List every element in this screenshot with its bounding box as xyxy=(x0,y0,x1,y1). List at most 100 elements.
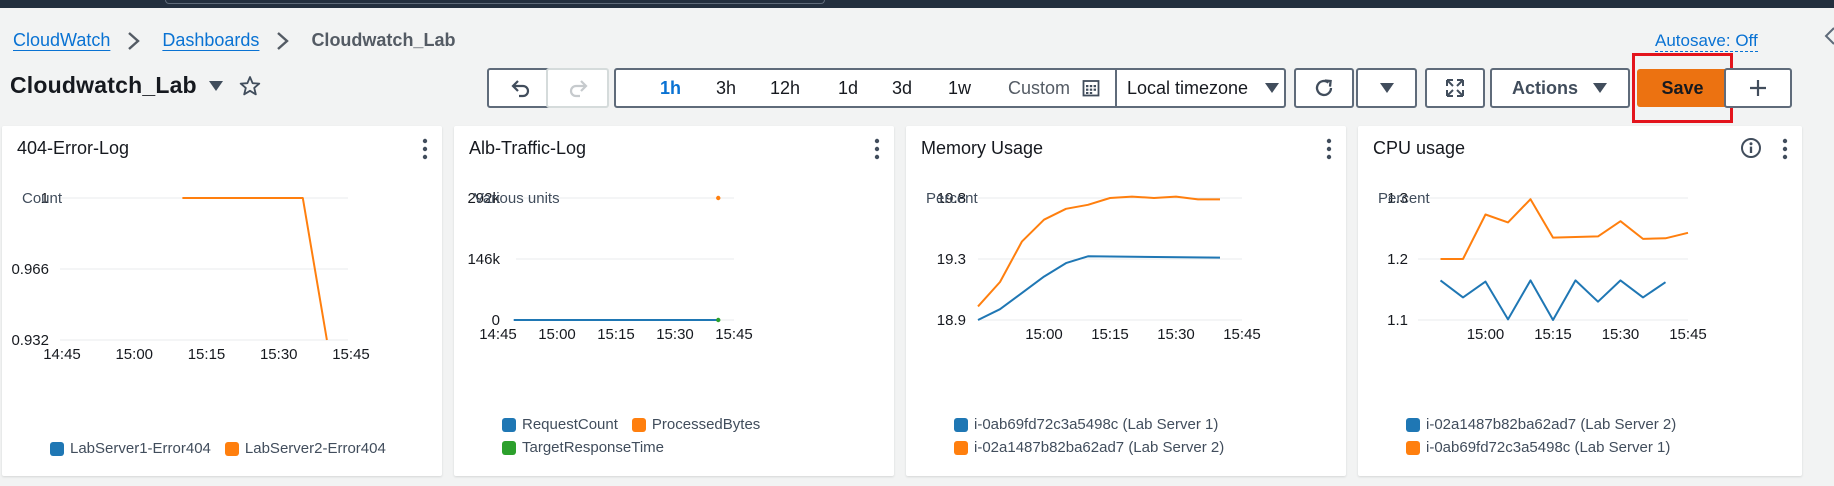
range-option-1d[interactable]: 1d xyxy=(838,78,858,99)
caret-down-icon xyxy=(1265,83,1280,93)
widget-404-error-log: 0.932 0.966 1 14:45 15:00 15:15 15:30 15:45 404… xyxy=(2,126,442,476)
caret-down-icon xyxy=(1379,83,1394,93)
widget-title: 404-Error-Log xyxy=(17,138,130,158)
x-tick-label: 15:00 xyxy=(1025,326,1063,343)
legend-swatch xyxy=(502,417,516,432)
series-line-1 xyxy=(977,195,1220,308)
y-tick-label: 1.1 xyxy=(1387,312,1408,329)
x-tick-label: 15:45 xyxy=(1669,326,1707,343)
x-tick-label: 14:45 xyxy=(43,346,81,363)
actions-dropdown[interactable]: Actions xyxy=(1490,68,1630,108)
legend-label: i-02a1487b82ba62ad7 (Lab Server 2) xyxy=(1426,416,1677,433)
series-point-2 xyxy=(716,317,721,323)
search-field-edge xyxy=(165,0,825,4)
fullscreen-icon xyxy=(1446,79,1464,97)
refresh-button[interactable] xyxy=(1294,68,1354,108)
range-option-3h[interactable]: 3h xyxy=(716,78,736,99)
legend-item[interactable]: LabServer1-Error404 xyxy=(50,440,211,457)
x-tick-label: 15:45 xyxy=(715,326,753,343)
range-option-1h[interactable]: 1h xyxy=(660,78,681,99)
legend-item[interactable]: ProcessedBytes xyxy=(631,416,761,433)
more-options-icon[interactable] xyxy=(1326,138,1332,160)
timezone-select[interactable]: Local timezone xyxy=(1127,78,1280,99)
highlight-box xyxy=(1632,53,1733,123)
legend-swatch xyxy=(954,417,968,432)
y-axis-units: Percent xyxy=(926,190,978,207)
y-tick-label: 19.3 xyxy=(937,251,966,268)
legend-swatch xyxy=(1406,417,1420,432)
refresh-options-dropdown[interactable] xyxy=(1356,68,1417,108)
undo-button[interactable] xyxy=(487,68,555,108)
custom-range-button[interactable]: Custom xyxy=(1008,78,1100,99)
series-point-1 xyxy=(716,195,721,201)
widget-title: Memory Usage xyxy=(921,138,1044,158)
x-tick-label: 15:30 xyxy=(1157,326,1195,343)
chart-404-error-log: 0.9320.966114:45 15:00 15:15 15:30 15:45 xyxy=(11,190,370,363)
range-option-1w[interactable]: 1w xyxy=(948,78,971,99)
x-tick-label: 15:45 xyxy=(1223,326,1261,343)
star-icon[interactable] xyxy=(239,75,261,97)
more-options-icon[interactable] xyxy=(1782,138,1788,160)
chevron-right-icon xyxy=(277,31,290,50)
legend-label: RequestCount xyxy=(522,416,618,433)
undo-icon xyxy=(511,80,530,98)
redo-icon xyxy=(569,80,588,98)
series-line-0 xyxy=(977,255,1221,321)
legend-item[interactable]: i-0ab69fd72c3a5498c (Lab Server 1) xyxy=(954,416,1344,433)
breadcrumb: CloudWatch Dashboards Cloudwatch_Lab xyxy=(13,30,455,51)
legend-label: LabServer1-Error404 xyxy=(70,440,211,457)
add-widget-button[interactable] xyxy=(1724,68,1792,108)
range-option-12h[interactable]: 12h xyxy=(770,78,800,99)
x-tick-label: 14:45 xyxy=(479,326,517,343)
more-options-icon[interactable] xyxy=(422,138,428,160)
caret-down-icon[interactable] xyxy=(207,78,225,94)
widget-alb-traffic-log: 0 146k 292k 14:45 15:00 15:15 15:30 15:45 Alb-T… xyxy=(454,126,894,476)
panel-edge-icon xyxy=(1824,27,1834,45)
widget-title: CPU usage xyxy=(1373,138,1466,158)
legend-swatch xyxy=(954,440,968,455)
legend-item[interactable]: i-0ab69fd72c3a5498c (Lab Server 1) xyxy=(1406,439,1796,456)
x-tick-label: 15:30 xyxy=(1602,326,1640,343)
more-options-icon[interactable] xyxy=(874,138,880,160)
legend-label: TargetResponseTime xyxy=(522,439,665,456)
legend-swatch xyxy=(1406,440,1420,455)
info-icon[interactable] xyxy=(1740,137,1762,159)
legend-item[interactable]: TargetResponseTime xyxy=(502,439,664,456)
y-axis-units: Various units xyxy=(474,190,560,207)
legend-item[interactable]: i-02a1487b82ba62ad7 (Lab Server 2) xyxy=(1406,416,1796,433)
x-tick-label: 15:15 xyxy=(1534,326,1572,343)
legend-swatch xyxy=(631,417,646,432)
caret-down-icon xyxy=(1593,83,1607,93)
breadcrumb-cloudwatch-link[interactable]: CloudWatch xyxy=(13,30,110,51)
x-tick-label: 15:45 xyxy=(332,346,370,363)
chart-legend: RequestCount ProcessedBytes TargetRespon… xyxy=(502,416,762,456)
redo-button[interactable] xyxy=(546,68,609,108)
legend-swatch xyxy=(50,441,64,456)
x-tick-label: 15:00 xyxy=(538,326,576,343)
x-tick-label: 15:00 xyxy=(115,346,153,363)
series-line-1 xyxy=(1440,198,1689,260)
chevron-right-icon xyxy=(128,31,141,50)
breadcrumb-dashboards-link[interactable]: Dashboards xyxy=(162,30,259,51)
plus-icon xyxy=(1750,80,1766,96)
y-tick-label: 1.2 xyxy=(1387,251,1408,268)
legend-label: ProcessedBytes xyxy=(651,416,761,433)
legend-item[interactable]: i-02a1487b82ba62ad7 (Lab Server 2) xyxy=(954,439,1344,456)
autosave-toggle[interactable]: Autosave: Off xyxy=(1655,31,1758,52)
dashboard-title-row: Cloudwatch_Lab xyxy=(10,72,261,99)
legend-label: i-0ab69fd72c3a5498c (Lab Server 1) xyxy=(974,416,1219,433)
fullscreen-button[interactable] xyxy=(1425,68,1485,108)
legend-swatch xyxy=(502,440,516,455)
page-title: Cloudwatch_Lab xyxy=(10,72,197,98)
top-nav-strip xyxy=(0,0,1834,8)
legend-item[interactable]: LabServer2-Error404 xyxy=(224,440,386,457)
widget-memory-usage: 18.9 19.3 19.8 15:00 15:15 15:30 15:45 Memory … xyxy=(906,126,1346,476)
range-option-3d[interactable]: 3d xyxy=(892,78,912,99)
y-tick-label: 18.9 xyxy=(937,312,966,329)
chart-legend: i-02a1487b82ba62ad7 (Lab Server 2) i-0ab… xyxy=(1406,416,1796,456)
x-tick-label: 15:15 xyxy=(1091,326,1129,343)
x-tick-label: 15:30 xyxy=(260,346,298,363)
legend-item[interactable]: RequestCount xyxy=(502,416,618,433)
x-tick-label: 15:00 xyxy=(1467,326,1505,343)
timezone-label: Local timezone xyxy=(1127,77,1249,98)
